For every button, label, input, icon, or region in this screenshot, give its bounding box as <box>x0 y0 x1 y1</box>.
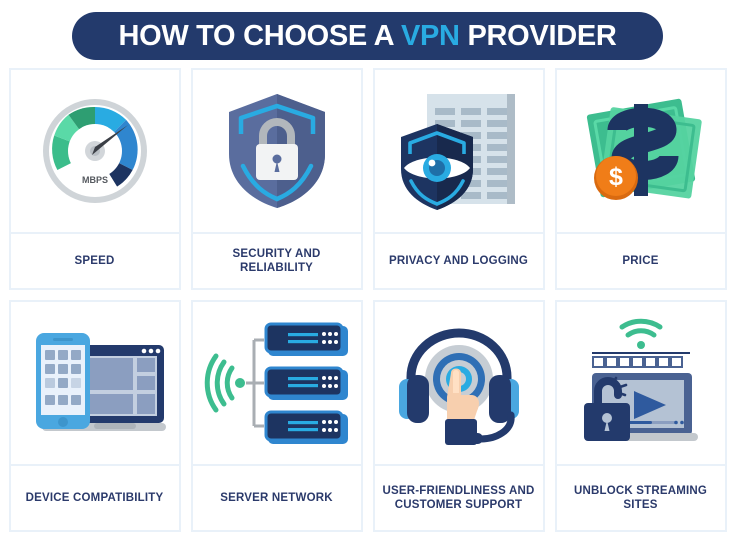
card-grid: MBPS SPEED SECURITY AND RELIABILITY PRIV… <box>0 68 735 532</box>
card-icon-area <box>556 302 725 466</box>
title-text-part1: HOW TO CHOOSE A <box>118 19 401 52</box>
wifi-icon <box>619 318 662 338</box>
card-label-speed: SPEED <box>74 254 115 267</box>
card-icon-area <box>10 302 179 466</box>
card-support[interactable]: USER-FRIENDLINESS AND CUSTOMER SUPPORT <box>372 300 545 532</box>
gauge-unit-label: MBPS <box>81 175 107 185</box>
card-label-unblock: UNBLOCK STREAMING SITES <box>573 484 708 511</box>
card-icon-area: $ <box>556 70 725 234</box>
title-banner: HOW TO CHOOSE A VPN PROVIDER <box>72 12 663 60</box>
speedometer-icon: MBPS <box>42 99 147 203</box>
card-icon-area <box>374 302 543 466</box>
card-unblock[interactable]: UNBLOCK STREAMING SITES <box>554 300 727 532</box>
card-icon-area <box>192 302 361 466</box>
card-label-price: PRICE <box>622 254 659 267</box>
shield-eye-document-icon <box>400 94 515 210</box>
shield-lock-icon <box>228 94 325 208</box>
card-icon-area <box>374 70 543 234</box>
coin-dollar-glyph: $ <box>609 163 623 191</box>
card-speed[interactable]: MBPS SPEED <box>8 68 181 290</box>
card-label-support: USER-FRIENDLINESS AND CUSTOMER SUPPORT <box>382 484 535 511</box>
card-label-server: SERVER NETWORK <box>220 491 333 504</box>
card-label-security: SECURITY AND RELIABILITY <box>232 247 321 274</box>
card-label-device: DEVICE COMPATIBILITY <box>25 491 164 504</box>
card-icon-area <box>192 70 361 234</box>
card-security[interactable]: SECURITY AND RELIABILITY <box>190 68 363 290</box>
title-text-part2: PROVIDER <box>459 19 617 52</box>
headset-hand-icon <box>398 328 519 445</box>
card-label-privacy: PRIVACY AND LOGGING <box>388 254 529 267</box>
page-title: HOW TO CHOOSE A VPN PROVIDER <box>118 20 616 53</box>
header: HOW TO CHOOSE A VPN PROVIDER <box>0 0 735 60</box>
laptop-play-unlock-icon <box>583 318 698 441</box>
card-server[interactable]: SERVER NETWORK <box>190 300 363 532</box>
card-price[interactable]: $ PRICE <box>554 68 727 290</box>
infographic-page: HOW TO CHOOSE A VPN PROVIDER MBPS SPEED … <box>0 0 735 551</box>
wifi-icon <box>204 353 234 413</box>
money-dollar-icon: $ <box>586 98 702 200</box>
card-privacy[interactable]: PRIVACY AND LOGGING <box>372 68 545 290</box>
server-rack-wifi-icon <box>204 322 348 444</box>
card-icon-area: MBPS <box>10 70 179 234</box>
laptop-phone-icon <box>35 333 166 431</box>
title-text-highlight: VPN <box>400 19 460 52</box>
card-device[interactable]: DEVICE COMPATIBILITY <box>8 300 181 532</box>
